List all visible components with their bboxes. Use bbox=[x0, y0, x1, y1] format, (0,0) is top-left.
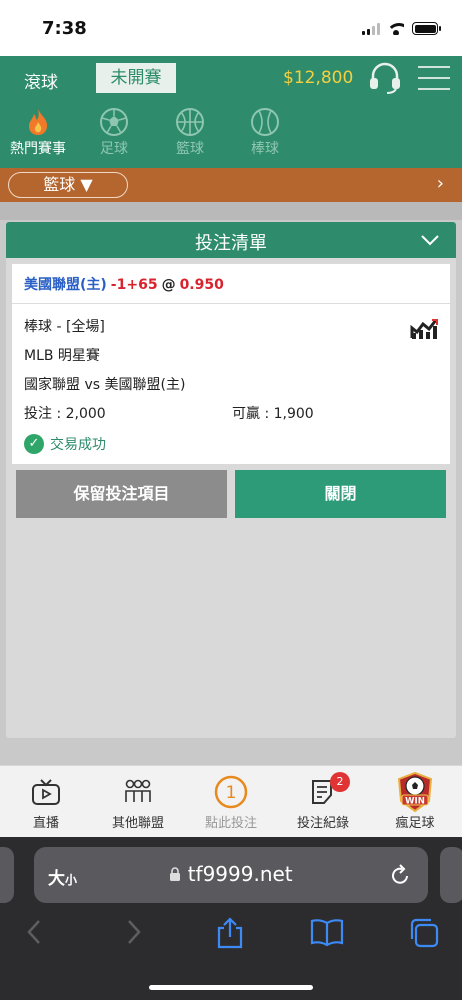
reload-icon[interactable] bbox=[388, 863, 412, 891]
headset-icon[interactable] bbox=[368, 62, 402, 98]
bet-status-text: 交易成功 bbox=[50, 437, 106, 453]
win-logo-icon: WIN bbox=[370, 771, 460, 813]
stats-chart-icon[interactable] bbox=[410, 316, 440, 344]
app-header: 滾球 未開賽 $12,800 bbox=[0, 56, 462, 100]
nav-live-stream[interactable]: 直播 bbox=[1, 772, 91, 831]
browser-chrome: 大小 tf9999.net bbox=[0, 837, 462, 1000]
nav-label: 瘋足球 bbox=[395, 816, 435, 831]
previous-tab[interactable] bbox=[0, 847, 14, 903]
battery-icon bbox=[412, 22, 441, 35]
baseball-icon bbox=[235, 106, 295, 138]
people-icon bbox=[93, 772, 183, 812]
tab-live[interactable]: 滾球 bbox=[24, 68, 58, 93]
league-name: MLB 明星賽 bbox=[24, 348, 100, 364]
status-bar: 7:38 bbox=[0, 0, 462, 56]
sport-filter-bar: 籃球 ▼ › bbox=[0, 168, 462, 202]
notification-badge: 2 bbox=[330, 772, 350, 792]
sport-hot-events[interactable]: 熱門賽事 bbox=[4, 106, 72, 158]
win-logo-text: WIN bbox=[405, 797, 425, 807]
signal-icon bbox=[362, 22, 380, 35]
sport-market: 棒球 - [全場] bbox=[24, 319, 105, 335]
sport-label: 熱門賽事 bbox=[10, 141, 66, 157]
match-name: 國家聯盟 vs 美國聯盟(主) bbox=[24, 377, 186, 393]
nav-label: 點此投注 bbox=[204, 816, 257, 831]
nav-place-bet[interactable]: 1 點此投注 bbox=[186, 772, 276, 831]
check-circle-icon: ✓ bbox=[24, 434, 44, 454]
nav-crazy-football[interactable]: WIN 瘋足球 bbox=[370, 771, 460, 831]
nav-label: 其他聯盟 bbox=[111, 816, 164, 831]
bet-count: 1 bbox=[226, 783, 237, 803]
chevron-right-icon[interactable]: › bbox=[437, 173, 444, 194]
next-tab[interactable] bbox=[440, 847, 462, 903]
keep-selections-button[interactable]: 保留投注項目 bbox=[16, 470, 227, 518]
sport-label: 棒球 bbox=[251, 141, 279, 157]
nav-other-leagues[interactable]: 其他聯盟 bbox=[93, 772, 183, 831]
selection-at: @ bbox=[161, 277, 176, 293]
stake-amount: 投注 : 2,000 bbox=[24, 406, 106, 422]
basketball-icon bbox=[160, 106, 220, 138]
bet-ticket: 美國聯盟(主) -1+65 @0.950 棒球 - [全場] MLB 明星賽 國家聯… bbox=[12, 264, 450, 464]
url-display[interactable]: tf9999.net bbox=[34, 862, 428, 886]
close-button[interactable]: 關閉 bbox=[235, 470, 446, 518]
record-icon: 2 bbox=[278, 772, 368, 812]
home-indicator bbox=[149, 985, 313, 990]
tv-icon bbox=[1, 772, 91, 812]
tab-upcoming[interactable]: 未開賽 bbox=[96, 63, 176, 93]
bet-selection: 美國聯盟(主) -1+65 @0.950 bbox=[12, 264, 450, 304]
account-balance: $12,800 bbox=[283, 68, 354, 88]
bet-count-icon: 1 bbox=[186, 772, 276, 812]
bookmarks-icon[interactable] bbox=[310, 917, 344, 951]
selection-team: 美國聯盟(主) bbox=[24, 277, 107, 293]
share-icon[interactable] bbox=[216, 917, 244, 953]
nav-bet-history[interactable]: 2 投注紀錄 bbox=[278, 772, 368, 831]
address-bar[interactable]: 大小 tf9999.net bbox=[34, 847, 428, 903]
sport-label: 足球 bbox=[100, 141, 128, 157]
selection-odds: 0.950 bbox=[179, 277, 224, 293]
back-icon[interactable] bbox=[24, 917, 46, 951]
bet-slip-title: 投注清單 bbox=[195, 233, 267, 254]
tabs-icon[interactable] bbox=[408, 917, 440, 953]
status-icons bbox=[362, 22, 441, 35]
sport-label: 籃球 bbox=[176, 141, 204, 157]
nav-label: 投注紀錄 bbox=[296, 816, 349, 831]
fire-icon bbox=[4, 106, 72, 138]
lock-icon bbox=[170, 867, 181, 881]
soccer-ball-icon bbox=[84, 106, 144, 138]
sport-dropdown[interactable]: 籃球 ▼ bbox=[8, 172, 128, 198]
sport-soccer[interactable]: 足球 bbox=[84, 106, 144, 158]
nav-label: 直播 bbox=[32, 816, 59, 831]
bet-slip-modal: 投注清單 美國聯盟(主) -1+65 @0.950 棒球 - [全場] MLB 明星… bbox=[6, 222, 456, 738]
to-win-amount: 可贏 : 1,900 bbox=[232, 406, 314, 422]
bet-status: ✓ 交易成功 bbox=[24, 434, 106, 454]
status-time: 7:38 bbox=[42, 18, 87, 39]
sport-basketball[interactable]: 籃球 bbox=[160, 106, 220, 158]
wifi-icon bbox=[388, 22, 404, 35]
url-text: tf9999.net bbox=[187, 862, 293, 886]
menu-icon[interactable] bbox=[418, 66, 450, 90]
sport-category-bar: 熱門賽事 足球 籃球 棒球 bbox=[0, 100, 462, 168]
forward-icon[interactable] bbox=[122, 917, 144, 951]
bottom-nav: 直播 其他聯盟 1 點此投注 2 投注紀錄 WIN 瘋足球 bbox=[0, 765, 462, 837]
content-backdrop bbox=[0, 202, 462, 220]
chevron-down-icon[interactable] bbox=[420, 232, 440, 251]
sport-baseball[interactable]: 棒球 bbox=[235, 106, 295, 158]
bet-slip-header: 投注清單 bbox=[6, 222, 456, 258]
selection-handicap: -1+65 bbox=[110, 277, 158, 293]
